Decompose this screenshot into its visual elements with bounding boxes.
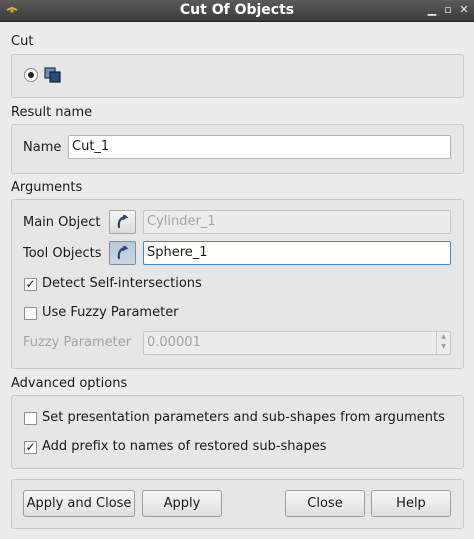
result-name-section-title: Result name [11, 105, 93, 120]
set-presentation-label: Set presentation parameters and sub-shap… [42, 410, 445, 425]
fuzzy-parameter-input[interactable]: 0.00001 [143, 331, 451, 355]
arguments-group: Main Object Cylinder_1 Tool Objects Sphe… [11, 199, 464, 369]
result-name-group: Name Cut_1 [11, 124, 464, 174]
advanced-options-group: Set presentation parameters and sub-shap… [11, 395, 464, 469]
add-prefix-label: Add prefix to names of restored sub-shap… [42, 439, 327, 454]
button-bar: Apply and Close Apply Close Help [11, 479, 464, 529]
tool-objects-input[interactable]: Sphere_1 [143, 241, 451, 265]
name-label: Name [23, 140, 62, 155]
use-fuzzy-parameter-label: Use Fuzzy Parameter [42, 305, 179, 320]
close-window-icon[interactable]: ✕ [456, 2, 472, 18]
main-object-label: Main Object [23, 215, 101, 230]
arguments-section-title: Arguments [11, 180, 83, 195]
result-name-input[interactable]: Cut_1 [68, 135, 451, 159]
window-title: Cut Of Objects [179, 2, 295, 18]
cut-group [11, 54, 464, 98]
cut-section-title: Cut [11, 34, 34, 49]
apply-and-close-button[interactable]: Apply and Close [23, 490, 135, 517]
set-presentation-checkbox[interactable] [24, 412, 37, 425]
apply-button[interactable]: Apply [142, 490, 222, 517]
main-object-input[interactable]: Cylinder_1 [143, 210, 451, 234]
detect-self-intersections-label: Detect Self-intersections [42, 276, 202, 291]
tool-objects-label: Tool Objects [23, 246, 102, 261]
help-button[interactable]: Help [371, 490, 451, 517]
tool-objects-select-button[interactable] [109, 241, 136, 265]
use-fuzzy-parameter-checkbox[interactable] [24, 307, 37, 320]
fuzzy-parameter-label: Fuzzy Parameter [23, 335, 132, 350]
cut-type-icon [44, 67, 61, 83]
close-button[interactable]: Close [285, 490, 365, 517]
main-object-select-button[interactable] [109, 210, 136, 234]
fuzzy-spin-icon[interactable]: ▲ ▼ [436, 332, 450, 354]
title-bar: Cut Of Objects ▁ ▫ ✕ [0, 0, 474, 22]
cut-type-radio[interactable] [24, 68, 38, 82]
selection-arrow-icon [117, 215, 129, 229]
add-prefix-checkbox[interactable]: ✓ [24, 441, 37, 454]
maximize-icon[interactable]: ▫ [440, 2, 456, 18]
advanced-options-section-title: Advanced options [11, 376, 128, 391]
minimize-icon[interactable]: ▁ [424, 2, 440, 18]
detect-self-intersections-checkbox[interactable]: ✓ [24, 278, 37, 291]
selection-arrow-icon [117, 246, 129, 260]
